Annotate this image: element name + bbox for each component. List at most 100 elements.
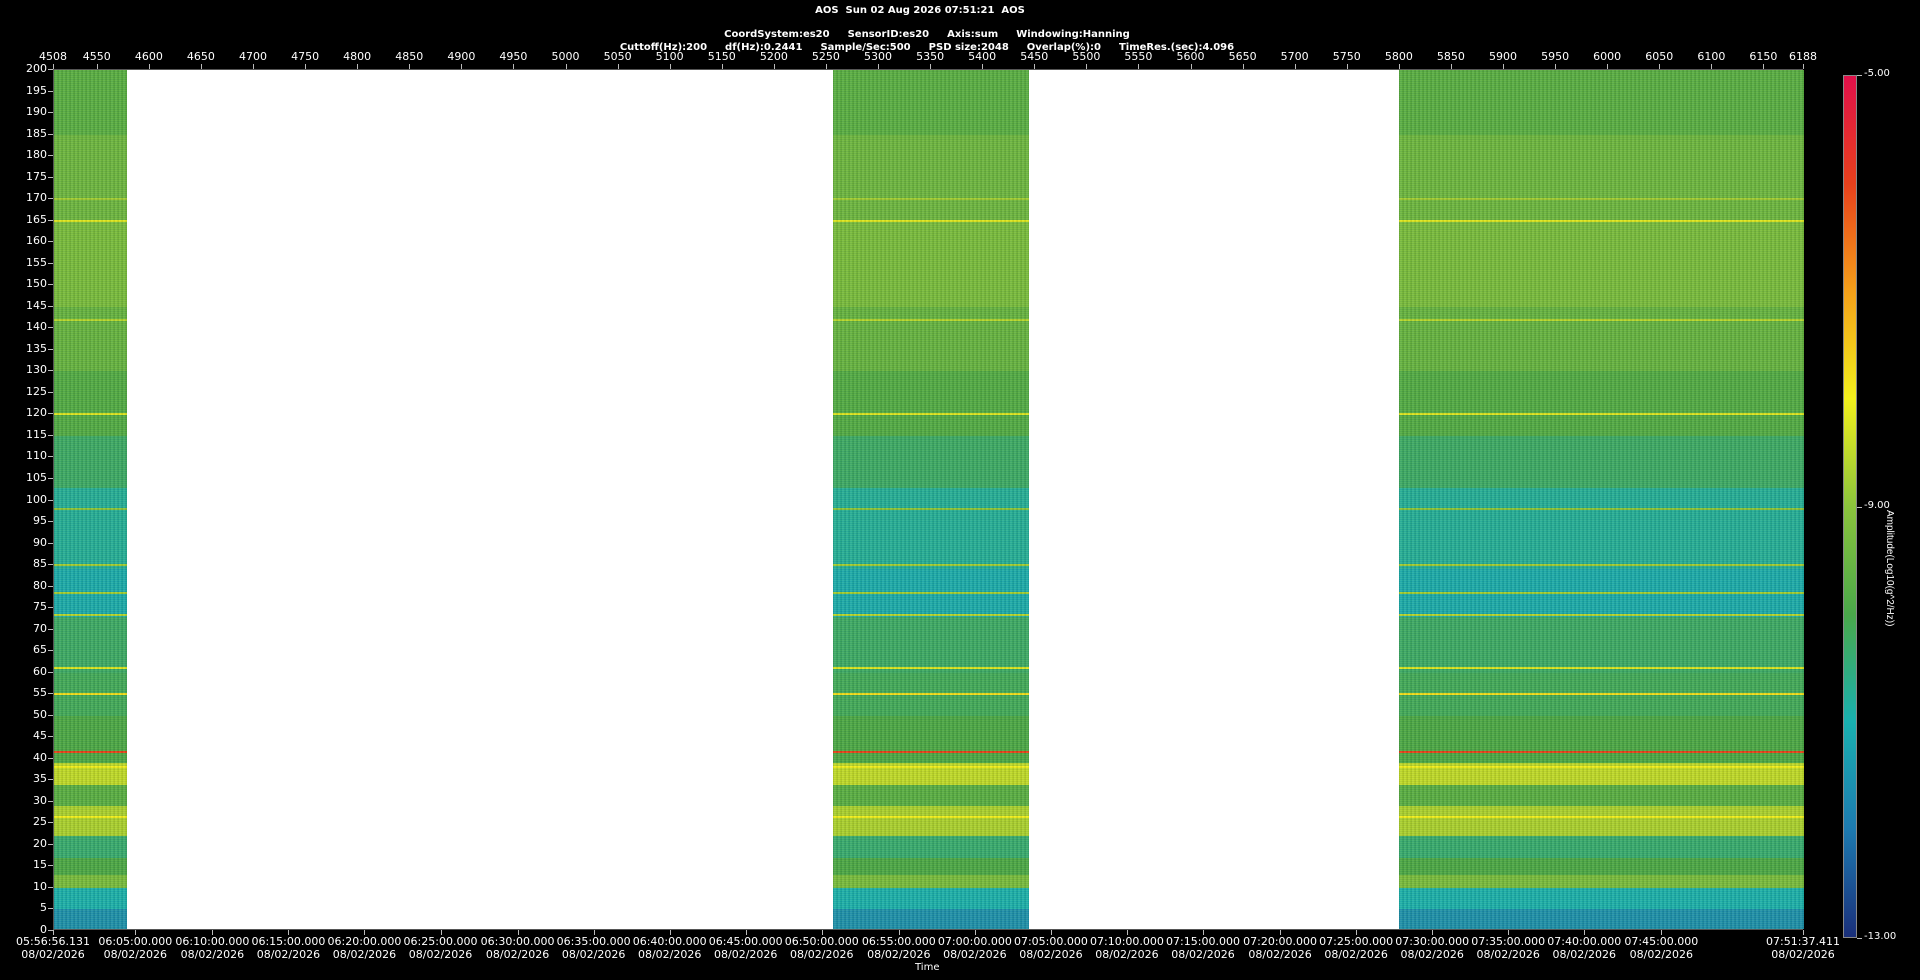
y-tick-mark <box>48 800 53 802</box>
y-tick-mark <box>48 413 53 415</box>
time-tick-label: 06:40:00.000 <box>632 935 707 948</box>
y-tick-mark <box>48 564 53 566</box>
top-tick-label: 5800 <box>1384 50 1413 63</box>
time-tick-mark <box>1508 930 1510 935</box>
y-tick-label: 135 <box>26 341 47 355</box>
data-segment[interactable] <box>833 70 1029 929</box>
y-tick-label: 140 <box>26 320 47 334</box>
top-tick-label: 4600 <box>134 50 163 63</box>
colorbar[interactable] <box>1843 75 1857 938</box>
top-tick-label: 4900 <box>447 50 476 63</box>
time-tick-label: 05:56:56.131 <box>16 935 90 948</box>
time-tick-mark <box>1126 930 1128 935</box>
y-tick-label: 115 <box>26 427 47 441</box>
y-tick-label: 105 <box>26 470 47 484</box>
top-tick-label: 6100 <box>1697 50 1726 63</box>
y-tick-label: 80 <box>33 578 47 592</box>
time-tick-label: 07:15:00.000 <box>1166 935 1240 948</box>
time-tick-label: 06:05:00.000 <box>98 935 173 948</box>
time-tick-mark <box>288 930 290 935</box>
y-tick-mark <box>48 521 53 523</box>
time-tick-mark <box>1356 930 1358 935</box>
y-tick-mark <box>48 284 53 286</box>
y-tick-label: 170 <box>26 191 47 205</box>
y-tick-label: 45 <box>33 729 47 743</box>
colorbar-tick-label: -13.00 <box>1864 931 1897 942</box>
y-tick-label: 5 <box>40 901 47 915</box>
date-tick-label: 08/02/2026 <box>1019 948 1083 961</box>
y-tick-mark <box>48 155 53 157</box>
time-tick-label: 07:40:00.000 <box>1547 935 1622 948</box>
y-tick-label: 190 <box>26 105 47 119</box>
time-tick-label: 06:25:00.000 <box>403 935 478 948</box>
y-tick-mark <box>48 628 53 630</box>
top-tick-mark <box>1803 64 1804 69</box>
spectrogram-window: AOS Sun 02 Aug 2026 07:51:21 AOS CoordSy… <box>0 0 1920 980</box>
time-tick-mark <box>1432 930 1434 935</box>
time-tick-label: 07:10:00.000 <box>1090 935 1164 948</box>
y-tick-mark <box>48 434 53 436</box>
y-tick-label: 180 <box>26 148 47 162</box>
y-tick-mark <box>48 671 53 673</box>
y-tick-label: 90 <box>33 535 47 549</box>
y-tick-mark <box>48 198 53 200</box>
date-tick-label: 08/02/2026 <box>943 948 1007 961</box>
y-tick-mark <box>48 650 53 652</box>
y-tick-label: 165 <box>26 212 47 226</box>
y-tick-mark <box>48 391 53 393</box>
y-tick-mark <box>48 843 53 845</box>
time-tick-mark <box>440 930 442 935</box>
y-tick-label: 110 <box>26 449 47 463</box>
date-tick-label: 08/02/2026 <box>1095 948 1159 961</box>
time-tick-mark <box>1280 930 1282 935</box>
time-tick-mark <box>135 930 137 935</box>
colorbar-tick-label: -9.00 <box>1864 499 1890 511</box>
top-tick-label: 4750 <box>291 50 320 63</box>
top-tick-label: 5650 <box>1228 50 1257 63</box>
date-tick-label: 08/02/2026 <box>1476 948 1540 961</box>
top-tick-label: 4800 <box>343 50 372 63</box>
time-tick-label: 06:30:00.000 <box>480 935 555 948</box>
y-tick-mark <box>48 90 53 92</box>
top-tick-label: 5550 <box>1124 50 1153 63</box>
date-tick-label: 08/02/2026 <box>256 948 321 961</box>
time-tick-label: 06:50:00.000 <box>784 935 859 948</box>
top-tick-label: 5700 <box>1280 50 1309 63</box>
top-tick-label: 5350 <box>916 50 945 63</box>
date-tick-label: 08/02/2026 <box>561 948 626 961</box>
y-tick-label: 145 <box>26 298 47 312</box>
top-tick-label: 6150 <box>1749 50 1778 63</box>
top-tick-label: 4850 <box>395 50 424 63</box>
top-tick-label: 4950 <box>499 50 528 63</box>
data-segment[interactable] <box>54 70 127 929</box>
colorbar-tick-mark <box>1857 938 1862 939</box>
y-tick-mark <box>48 219 53 221</box>
y-tick-mark <box>48 585 53 587</box>
y-tick-label: 25 <box>33 815 47 829</box>
y-tick-mark <box>48 241 53 243</box>
y-tick-mark <box>48 477 53 479</box>
top-tick-label: 5850 <box>1436 50 1465 63</box>
time-tick-label: 07:20:00.000 <box>1243 935 1318 948</box>
time-tick-mark <box>593 930 595 935</box>
y-tick-label: 200 <box>26 62 47 75</box>
top-tick-label: 5600 <box>1176 50 1205 63</box>
data-segment[interactable] <box>1398 70 1804 929</box>
spectral-texture <box>1398 70 1804 929</box>
y-tick-mark <box>48 757 53 759</box>
spectrogram-plot[interactable] <box>53 69 1804 930</box>
time-tick-label: 06:15:00.000 <box>251 935 326 948</box>
y-tick-label: 85 <box>33 557 47 571</box>
y-tick-label: 50 <box>33 707 47 721</box>
time-tick-label: 07:51:37.411 <box>1766 935 1840 948</box>
top-tick-label: 5150 <box>707 50 736 63</box>
top-tick-label: 5050 <box>603 50 632 63</box>
y-tick-mark <box>48 736 53 738</box>
y-tick-label: 40 <box>33 750 47 764</box>
date-tick-label: 08/02/2026 <box>1771 948 1835 961</box>
y-tick-mark <box>48 779 53 781</box>
time-tick-mark <box>1050 930 1052 935</box>
colorbar-tick-label: -5.00 <box>1864 68 1890 79</box>
time-tick-mark <box>1203 930 1204 935</box>
date-tick-label: 08/02/2026 <box>637 948 702 961</box>
